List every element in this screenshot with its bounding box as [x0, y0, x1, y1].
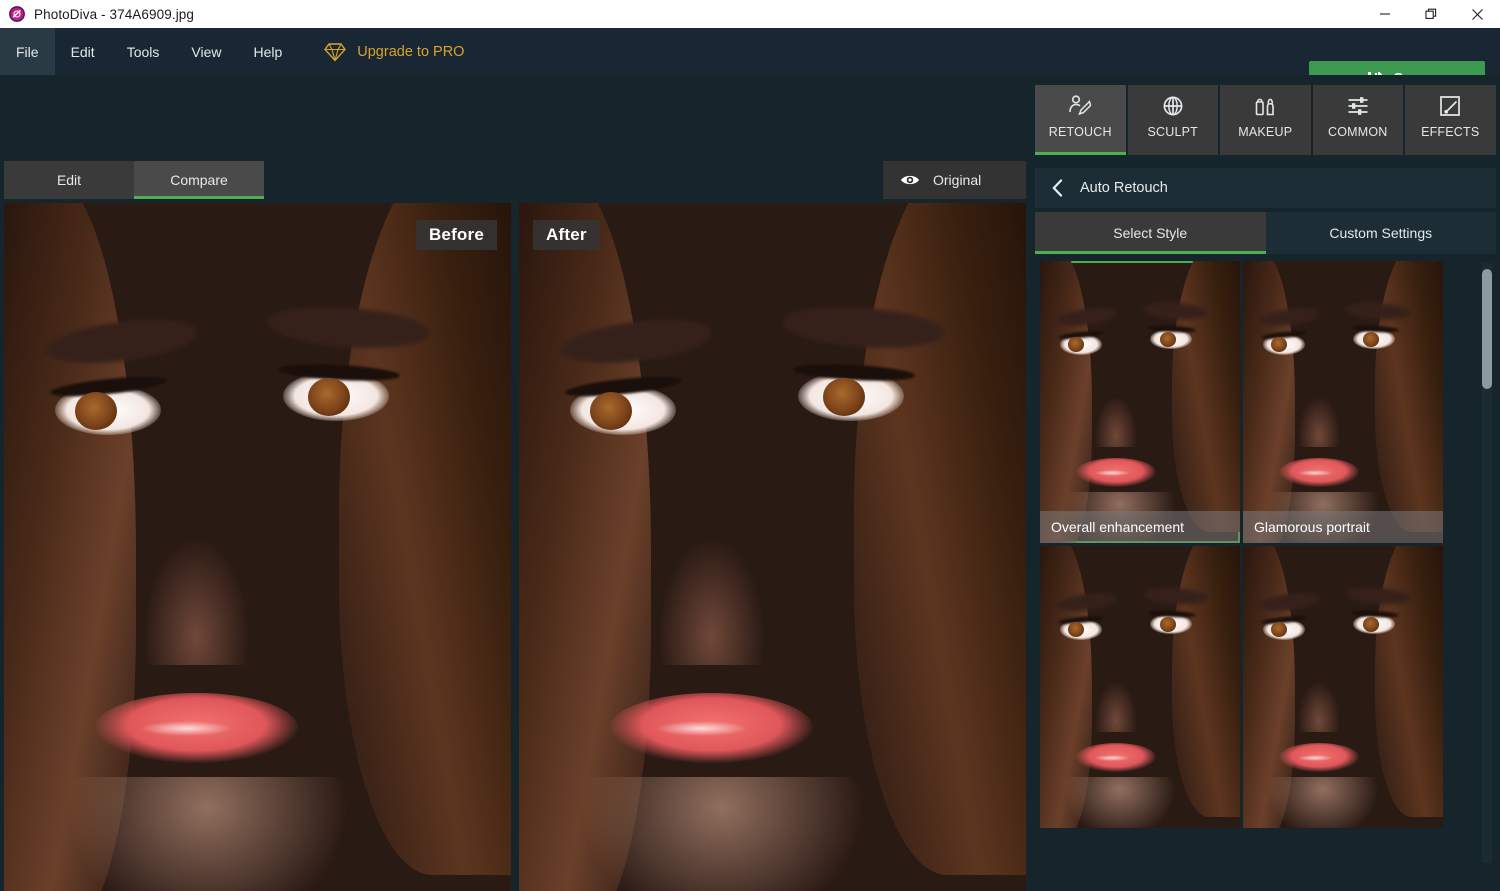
tab-makeup[interactable]: MAKEUP	[1220, 85, 1311, 155]
after-label: After	[533, 220, 600, 250]
diamond-icon	[324, 42, 347, 62]
makeup-lipstick-icon	[1253, 94, 1277, 118]
person-retouch-icon	[1068, 94, 1092, 118]
style-thumbnail[interactable]: Overall enhancement	[1040, 261, 1240, 543]
style-list: Overall enhancement Glamorous portrait	[1035, 261, 1496, 865]
after-photo-image	[519, 203, 1026, 891]
original-label: Original	[933, 172, 982, 188]
subtab-select-style[interactable]: Select Style	[1035, 212, 1266, 254]
effects-wand-icon	[1438, 94, 1462, 118]
menu-label: View	[191, 43, 222, 60]
right-panel: RETOUCH SCULPT MAKEUP COMMON EFFECTS Aut…	[1031, 75, 1500, 891]
photodiva-window: PhotoDiva - 374A6909.jpg File Edit Tools…	[0, 0, 1500, 891]
chevron-left-icon[interactable]	[1051, 179, 1064, 197]
before-photo-image	[4, 203, 511, 891]
close-icon[interactable]	[1454, 0, 1500, 28]
style-list-scrollbar-thumb[interactable]	[1482, 269, 1492, 389]
eye-icon	[900, 173, 920, 187]
style-thumbnail-image	[1040, 261, 1240, 543]
work-area: Edit Compare Original Before After	[0, 75, 1031, 891]
tab-edit[interactable]: Edit	[4, 161, 134, 199]
style-thumbnail[interactable]: Glamorous portrait	[1243, 261, 1443, 543]
tab-sculpt[interactable]: SCULPT	[1127, 85, 1218, 155]
tab-compare-label: Compare	[170, 172, 228, 188]
section-title: Auto Retouch	[1080, 180, 1168, 196]
minimize-icon[interactable]	[1362, 0, 1408, 28]
tab-effects-label: EFFECTS	[1421, 125, 1480, 139]
section-header: Auto Retouch	[1035, 168, 1496, 208]
tab-makeup-label: MAKEUP	[1238, 125, 1293, 139]
menu-label: Help	[253, 43, 283, 60]
style-thumbnail-image	[1243, 261, 1443, 543]
upgrade-to-pro-link[interactable]: Upgrade to PRO	[324, 28, 464, 75]
menu-item-view[interactable]: View	[175, 28, 237, 75]
window-title: PhotoDiva - 374A6909.jpg	[34, 6, 195, 22]
menu-label: Edit	[70, 43, 95, 60]
subtab-select-style-label: Select Style	[1113, 225, 1188, 241]
before-photo-pane[interactable]: Before	[4, 203, 511, 891]
title-bar: PhotoDiva - 374A6909.jpg	[0, 0, 1500, 28]
menu-item-tools[interactable]: Tools	[111, 28, 176, 75]
style-thumbnail-label: Overall enhancement	[1040, 511, 1240, 543]
window-controls	[1362, 0, 1500, 28]
subtab-custom-settings-label: Custom Settings	[1329, 225, 1433, 241]
tab-common-label: COMMON	[1327, 125, 1388, 139]
style-thumbnail-image	[1040, 546, 1240, 828]
subtab-custom-settings[interactable]: Custom Settings	[1265, 212, 1496, 254]
style-list-scrollbar[interactable]	[1482, 263, 1492, 863]
tool-tabs: RETOUCH SCULPT MAKEUP COMMON EFFECTS	[1035, 85, 1496, 155]
style-thumbnail[interactable]	[1243, 546, 1443, 828]
tab-common[interactable]: COMMON	[1312, 85, 1403, 155]
sculpt-globe-icon	[1161, 94, 1185, 118]
tab-effects[interactable]: EFFECTS	[1405, 85, 1496, 155]
sliders-icon	[1346, 94, 1370, 118]
before-label: Before	[415, 220, 497, 250]
style-thumbnail[interactable]	[1040, 546, 1240, 828]
tab-edit-label: Edit	[56, 172, 82, 188]
style-thumbnail-label: Glamorous portrait	[1243, 511, 1443, 543]
upgrade-label: Upgrade to PRO	[357, 43, 465, 60]
tab-retouch-label: RETOUCH	[1048, 125, 1112, 139]
style-grid: Overall enhancement Glamorous portrait	[1040, 261, 1444, 828]
app-logo-icon	[9, 6, 25, 22]
menu-bar: File Edit Tools View Help Upgrade to PRO	[0, 28, 1500, 97]
after-photo-pane[interactable]: After	[519, 203, 1026, 891]
style-subtabs: Select Style Custom Settings	[1035, 212, 1496, 254]
menu-item-help[interactable]: Help	[237, 28, 298, 75]
tab-compare[interactable]: Compare	[134, 161, 264, 199]
tab-sculpt-label: SCULPT	[1147, 125, 1199, 139]
style-thumbnail-image	[1243, 546, 1443, 828]
restore-icon[interactable]	[1408, 0, 1454, 28]
original-toggle-button[interactable]: Original	[883, 161, 1026, 199]
menu-item-file[interactable]: File	[0, 28, 55, 75]
menu-label: File	[16, 43, 39, 60]
tab-retouch[interactable]: RETOUCH	[1035, 85, 1126, 155]
compare-viewport: Before After	[4, 203, 1026, 891]
menu-item-edit[interactable]: Edit	[55, 28, 111, 75]
menu-label: Tools	[126, 43, 160, 60]
